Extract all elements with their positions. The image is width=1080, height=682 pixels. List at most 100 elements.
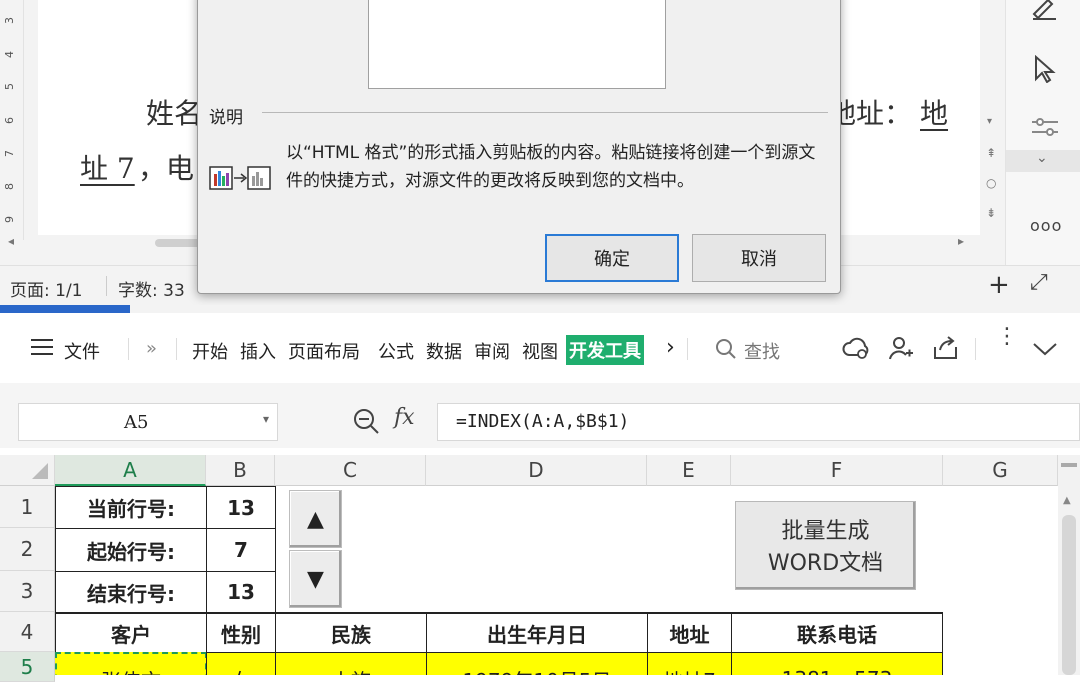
spin-up-button[interactable]: ▲: [289, 490, 342, 548]
header-customer[interactable]: 客户: [55, 612, 207, 653]
format-list-box[interactable]: [368, 0, 666, 89]
paste-link-icon: [208, 164, 278, 190]
tab-formulas[interactable]: 公式: [378, 338, 414, 364]
zoom-formula-icon[interactable]: [352, 407, 380, 441]
row-header-3[interactable]: 3: [0, 571, 55, 612]
column-header-b[interactable]: B: [206, 455, 275, 486]
tab-view[interactable]: 视图: [522, 338, 558, 364]
share-icon[interactable]: [932, 335, 960, 365]
doc-text-address-value: 地: [920, 97, 949, 130]
scroll-right-arrow-icon[interactable]: ▸: [958, 234, 964, 248]
next-page-icon[interactable]: ⇟: [986, 206, 996, 220]
divider: [106, 276, 107, 296]
collapse-ribbon-icon[interactable]: [1032, 341, 1058, 361]
scroll-up-arrow-icon[interactable]: ▲: [1063, 495, 1071, 506]
more-options-icon[interactable]: ⋮: [996, 326, 1018, 348]
formula-bar-area: A5 ▾ fx =INDEX(A:A,$B$1): [0, 393, 1080, 448]
cursor-icon[interactable]: [1033, 54, 1057, 89]
tab-insert[interactable]: 插入: [240, 338, 276, 364]
description-heading: 说明: [209, 108, 243, 128]
search-icon[interactable]: [714, 337, 738, 365]
word-count[interactable]: 字数: 33: [118, 276, 185, 301]
ok-button[interactable]: 确定: [545, 234, 679, 282]
divider: [975, 338, 976, 360]
select-all-corner[interactable]: [0, 455, 55, 486]
tab-home[interactable]: 开始: [192, 338, 228, 364]
spin-down-button[interactable]: ▼: [289, 550, 342, 608]
vertical-ruler: 3 4 5 6 7 8 9: [0, 0, 24, 240]
cell-a3[interactable]: 结束行号:: [55, 571, 207, 613]
column-header-d[interactable]: D: [426, 455, 647, 486]
add-user-icon[interactable]: [888, 335, 914, 365]
batch-generate-word-button[interactable]: 批量生成 WORD文档: [735, 501, 916, 590]
chevron-down-icon[interactable]: ▾: [263, 412, 269, 426]
cell-a2[interactable]: 起始行号:: [55, 528, 207, 572]
column-header-f[interactable]: F: [731, 455, 943, 486]
fullscreen-icon[interactable]: ⤢: [1030, 270, 1048, 295]
right-tool-panel: ⌄ ooo: [1005, 0, 1080, 265]
search-label[interactable]: 查找: [744, 338, 780, 364]
select-browse-object-icon[interactable]: ○: [986, 176, 996, 190]
divider: [176, 338, 177, 360]
ruler-number: 6: [3, 117, 16, 124]
formula-input[interactable]: =INDEX(A:A,$B$1): [437, 403, 1080, 441]
column-header-g[interactable]: G: [943, 455, 1058, 486]
cancel-button[interactable]: 取消: [692, 234, 826, 282]
doc-text-address-continued: 址 7: [80, 152, 135, 185]
window-tab-strip: [0, 305, 1080, 313]
pen-icon[interactable]: [1030, 0, 1058, 26]
cell-c5[interactable]: 土族: [275, 652, 427, 675]
zoom-in-icon[interactable]: +: [988, 270, 1010, 300]
tab-review[interactable]: 审阅: [474, 338, 510, 364]
doc-text-name: 姓名: [146, 97, 203, 130]
cell-b1[interactable]: 13: [206, 486, 276, 529]
column-header-c[interactable]: C: [275, 455, 426, 486]
row-header-5[interactable]: 5: [0, 652, 55, 682]
split-handle-icon[interactable]: [1061, 463, 1077, 467]
cell-d5[interactable]: 1979年10月5日: [426, 652, 648, 675]
header-phone[interactable]: 联系电话: [731, 612, 943, 653]
ruler-number: 9: [3, 216, 16, 223]
cell-b2[interactable]: 7: [206, 528, 276, 572]
tab-developer-tools[interactable]: 开发工具: [566, 335, 644, 365]
worksheet-vertical-scrollbar[interactable]: ▲: [1058, 455, 1080, 675]
row-header-2[interactable]: 2: [0, 528, 55, 571]
name-box[interactable]: A5 ▾: [18, 403, 278, 441]
fx-icon[interactable]: fx: [394, 405, 415, 430]
menu-file[interactable]: 文件: [64, 338, 100, 364]
cell-a1[interactable]: 当前行号:: [55, 486, 207, 529]
scroll-down-arrow-icon[interactable]: ▾: [987, 116, 992, 127]
cell-f5[interactable]: 1381---573: [731, 652, 943, 675]
cell-a5[interactable]: 张伟文: [55, 652, 207, 675]
sliders-icon[interactable]: [1030, 116, 1060, 144]
row-header-4[interactable]: 4: [0, 612, 55, 652]
divider: [128, 338, 129, 360]
prev-page-icon[interactable]: ⇞: [986, 146, 996, 160]
menu-more-chevron[interactable]: »: [146, 338, 157, 359]
hamburger-menu-icon[interactable]: [30, 337, 54, 361]
header-birthdate[interactable]: 出生年月日: [426, 612, 648, 653]
header-address[interactable]: 地址: [647, 612, 732, 653]
scroll-thumb[interactable]: [1062, 515, 1076, 675]
vertical-scrollbar[interactable]: ▾ ⇞ ○ ⇟: [980, 0, 1004, 240]
spreadsheet-window: 文件 » 开始 插入 页面布局 公式 数据 审阅 视图 开发工具 › 查找 ⋮: [0, 305, 1080, 682]
cloud-sync-icon[interactable]: [842, 335, 870, 365]
cell-b5[interactable]: 女: [206, 652, 276, 675]
column-header-a[interactable]: A: [55, 455, 206, 486]
ruler-number: 8: [3, 183, 16, 190]
worksheet-grid[interactable]: A B C D E F G 1 2 3 4 5 当前行号: 13 起始行号: 7…: [0, 455, 1080, 682]
divider: [687, 338, 688, 360]
tab-page-layout[interactable]: 页面布局: [288, 338, 360, 364]
row-header-1[interactable]: 1: [0, 486, 55, 528]
header-ethnicity[interactable]: 民族: [275, 612, 427, 653]
cell-e5[interactable]: 地址7: [647, 652, 732, 675]
tab-data[interactable]: 数据: [426, 338, 462, 364]
column-header-e[interactable]: E: [647, 455, 731, 486]
collapse-chevron-icon[interactable]: ⌄: [1006, 150, 1080, 172]
doc-text-phone-label: ，电: [138, 152, 195, 185]
more-icon[interactable]: ooo: [1030, 216, 1062, 235]
tab-scroll-arrow[interactable]: ›: [666, 335, 675, 360]
cell-b3[interactable]: 13: [206, 571, 276, 613]
header-gender[interactable]: 性别: [206, 612, 276, 653]
scroll-left-arrow-icon[interactable]: ◂: [8, 234, 14, 248]
